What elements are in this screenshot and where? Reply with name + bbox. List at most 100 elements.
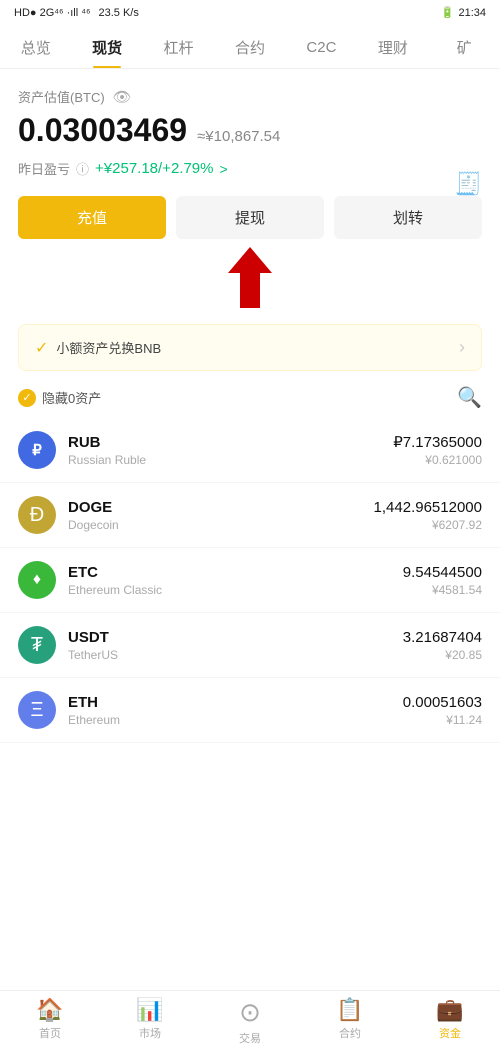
doge-name: Dogecoin [68, 518, 374, 532]
profit-row: 昨日盈亏 ⓘ +¥257.18/+2.79% > [18, 159, 482, 178]
asset-item-eth[interactable]: Ξ ETH Ethereum 0.00051603 ¥11.24 [0, 678, 500, 743]
rub-value: ₽7.17365000 ¥0.621000 [393, 433, 482, 467]
etc-cny: ¥4581.54 [403, 583, 482, 597]
time: 21:34 [458, 7, 486, 19]
bnb-banner[interactable]: ✓ 小额资产兑换BNB › [18, 324, 482, 371]
home-label: 首页 [39, 1025, 61, 1041]
tab-mine[interactable]: 矿 [429, 29, 500, 68]
bnb-left: ✓ 小额资产兑换BNB [35, 338, 161, 358]
action-row: 充值 提现 划转 [18, 196, 482, 239]
eth-value: 0.00051603 ¥11.24 [403, 694, 482, 727]
doge-info: DOGE Dogecoin [68, 499, 374, 532]
hide-zero-label: 隐藏0资产 [42, 388, 101, 407]
transfer-button[interactable]: 划转 [334, 196, 482, 239]
asset-list: ₽ RUB Russian Ruble ₽7.17365000 ¥0.62100… [0, 418, 500, 743]
doge-symbol: DOGE [68, 499, 374, 516]
usdt-symbol: USDT [68, 629, 403, 646]
rub-icon: ₽ [18, 431, 56, 469]
eth-name: Ethereum [68, 713, 403, 727]
rub-name: Russian Ruble [68, 453, 393, 467]
bnb-text: 小额资产兑换BNB [56, 338, 161, 357]
bnb-chevron-right-icon: › [459, 337, 465, 358]
tab-overview[interactable]: 总览 [0, 29, 71, 68]
eth-symbol: ETH [68, 694, 403, 711]
btc-value: 0.03003469 [18, 112, 187, 149]
usdt-value: 3.21687404 ¥20.85 [403, 629, 482, 662]
usdt-amount: 3.21687404 [403, 629, 482, 646]
etc-value: 9.54544500 ¥4581.54 [403, 564, 482, 597]
market-label: 市场 [139, 1025, 161, 1041]
nav-tabs: 总览 现货 杠杆 合约 C2C 理财 矿 [0, 25, 500, 69]
usdt-icon: ₮ [18, 626, 56, 664]
asset-item-etc[interactable]: ♦ ETC Ethereum Classic 9.54544500 ¥4581.… [0, 548, 500, 613]
nav-assets[interactable]: 💼 资金 [400, 997, 500, 1046]
cny-approx: ≈¥10,867.54 [197, 128, 280, 145]
asset-item-rub[interactable]: ₽ RUB Russian Ruble ₽7.17365000 ¥0.62100… [0, 418, 500, 483]
portfolio-main: 资产估值(BTC) 👁 0.03003469 ≈¥10,867.54 昨日盈亏 … [0, 69, 500, 239]
hide-zero-row[interactable]: ✓ 隐藏0资产 [18, 388, 101, 407]
rub-symbol: RUB [68, 434, 393, 451]
network-speed: 23.5 K/s [99, 7, 139, 19]
eth-cny: ¥11.24 [403, 713, 482, 727]
etc-icon: ♦ [18, 561, 56, 599]
profit-value: +¥257.18/+2.79% [95, 160, 213, 177]
contract-icon: 📋 [336, 997, 363, 1023]
tab-finance[interactable]: 理财 [357, 29, 428, 68]
receipt-icon[interactable]: 🧾 [455, 171, 482, 196]
assets-label: 资金 [439, 1025, 461, 1041]
doge-icon: Ð [18, 496, 56, 534]
contract-label: 合约 [339, 1025, 361, 1041]
rub-amount: ₽7.17365000 [393, 433, 482, 451]
check-circle-icon: ✓ [18, 389, 36, 407]
withdraw-button[interactable]: 提现 [176, 196, 324, 239]
doge-value: 1,442.96512000 ¥6207.92 [374, 499, 482, 532]
status-bar: HD● 2G⁴⁶ ·ıll ⁴⁶ 23.5 K/s 🔋 21:34 [0, 0, 500, 25]
annotation-arrow [0, 245, 500, 310]
search-icon[interactable]: 🔍 [457, 385, 482, 410]
eth-info: ETH Ethereum [68, 694, 403, 727]
rub-cny: ¥0.621000 [393, 453, 482, 467]
tab-c2c[interactable]: C2C [286, 31, 357, 66]
asset-list-header: ✓ 隐藏0资产 🔍 [0, 371, 500, 418]
deposit-button[interactable]: 充值 [18, 196, 166, 239]
usdt-name: TetherUS [68, 648, 403, 662]
bnb-check-icon: ✓ [35, 338, 48, 358]
eth-icon: Ξ [18, 691, 56, 729]
info-icon[interactable]: ⓘ [76, 159, 89, 178]
etc-name: Ethereum Classic [68, 583, 403, 597]
nav-home[interactable]: 🏠 首页 [0, 997, 100, 1046]
asset-item-doge[interactable]: Ð DOGE Dogecoin 1,442.96512000 ¥6207.92 [0, 483, 500, 548]
rub-info: RUB Russian Ruble [68, 434, 393, 467]
nav-contract[interactable]: 📋 合约 [300, 997, 400, 1046]
eth-amount: 0.00051603 [403, 694, 482, 711]
carrier-info: HD● 2G⁴⁶ ·ıll ⁴⁶ [14, 7, 91, 19]
assets-icon: 💼 [436, 997, 463, 1023]
etc-symbol: ETC [68, 564, 403, 581]
eye-icon[interactable]: 👁 [113, 88, 132, 106]
asset-label-text: 资产估值(BTC) [18, 87, 105, 106]
status-left: HD● 2G⁴⁶ ·ıll ⁴⁶ 23.5 K/s [14, 7, 139, 19]
etc-amount: 9.54544500 [403, 564, 482, 581]
trade-icon: ⊙ [239, 997, 261, 1028]
nav-market[interactable]: 📊 市场 [100, 997, 200, 1046]
receipt-icon-container: 🧾 [455, 171, 482, 197]
etc-info: ETC Ethereum Classic [68, 564, 403, 597]
home-icon: 🏠 [36, 997, 63, 1023]
doge-amount: 1,442.96512000 [374, 499, 482, 516]
asset-label-row: 资产估值(BTC) 👁 [18, 87, 482, 106]
bottom-nav: 🏠 首页 📊 市场 ⊙ 交易 📋 合约 💼 资金 [0, 990, 500, 1056]
nav-trade[interactable]: ⊙ 交易 [200, 997, 300, 1046]
usdt-info: USDT TetherUS [68, 629, 403, 662]
profit-arrow[interactable]: > [219, 161, 227, 177]
portfolio-section: 资产估值(BTC) 👁 0.03003469 ≈¥10,867.54 昨日盈亏 … [0, 69, 500, 239]
tab-leverage[interactable]: 杠杆 [143, 29, 214, 68]
doge-cny: ¥6207.92 [374, 518, 482, 532]
status-right: 🔋 21:34 [441, 6, 486, 19]
usdt-cny: ¥20.85 [403, 648, 482, 662]
market-icon: 📊 [136, 997, 163, 1023]
tab-contract[interactable]: 合约 [214, 29, 285, 68]
asset-item-usdt[interactable]: ₮ USDT TetherUS 3.21687404 ¥20.85 [0, 613, 500, 678]
tab-spot[interactable]: 现货 [71, 29, 142, 68]
trade-label: 交易 [239, 1030, 261, 1046]
battery-icon: 🔋 [441, 6, 455, 19]
